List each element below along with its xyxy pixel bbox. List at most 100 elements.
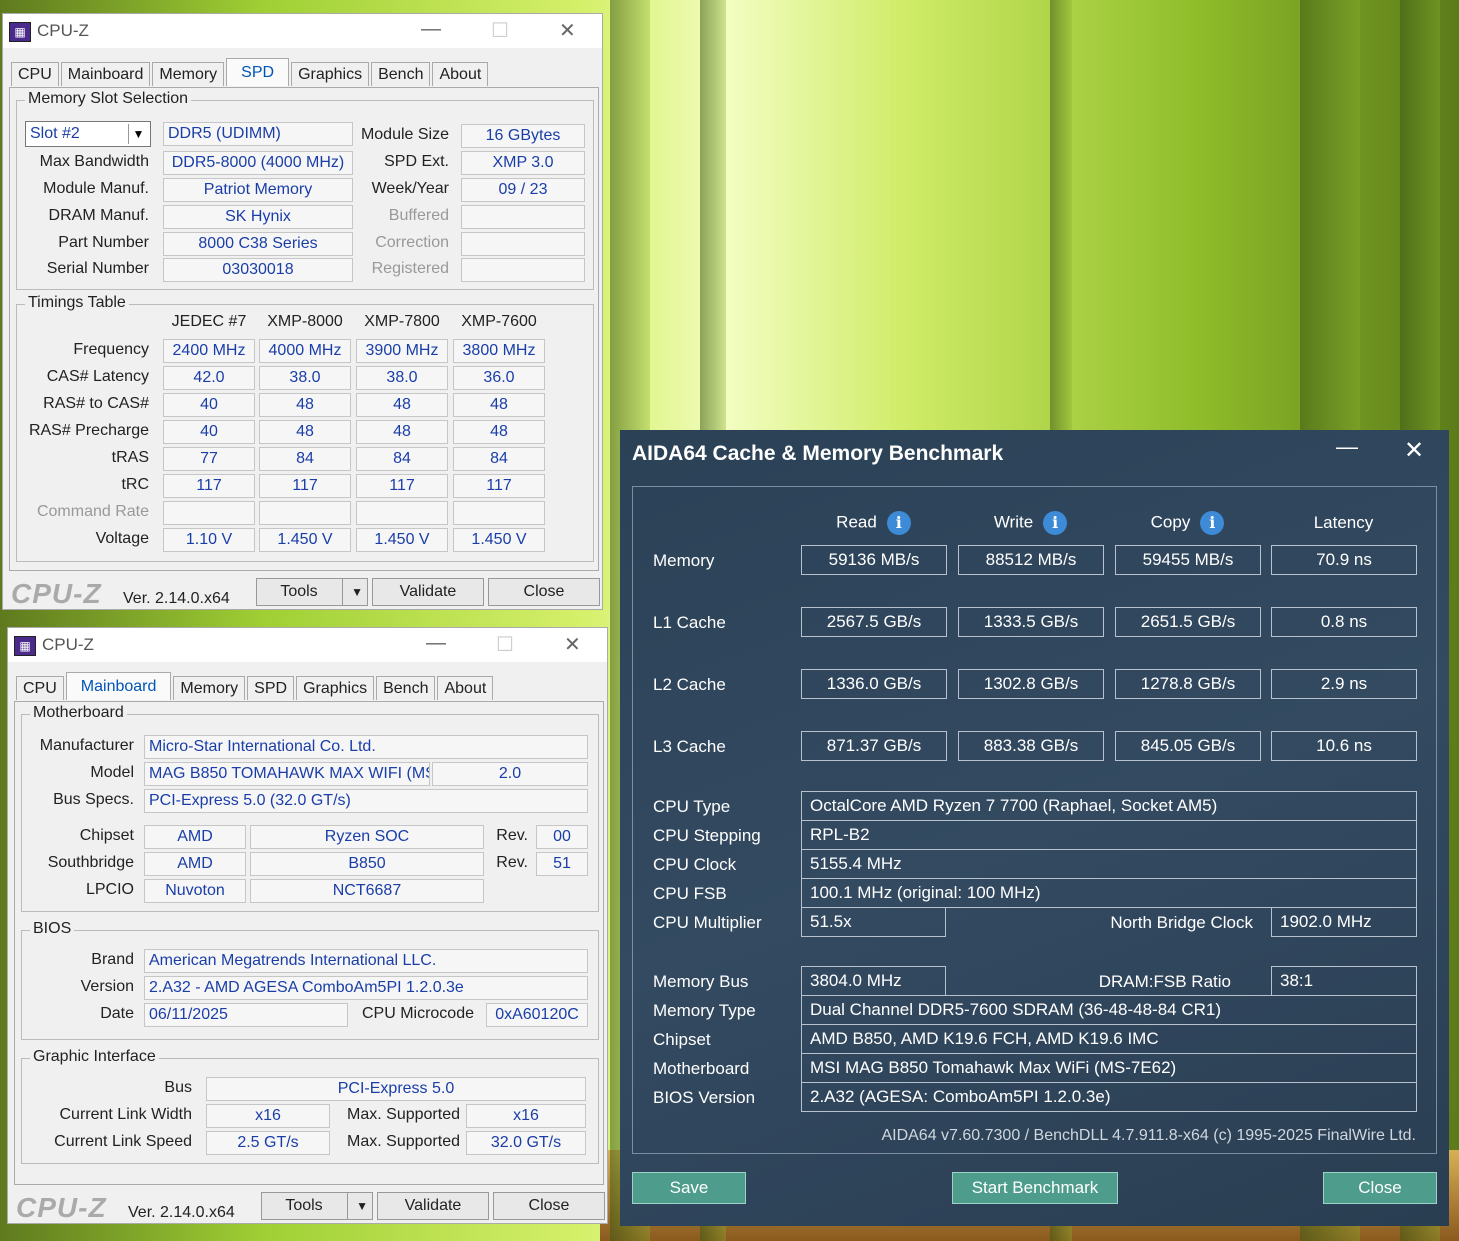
tools-button[interactable]: Tools ▼ [256,578,368,606]
chipset-field: AMD B850, AMD K19.6 FCH, AMD K19.6 IMC [801,1024,1417,1054]
label-module-manuf: Module Manuf. [43,180,149,197]
tab-spd[interactable]: SPD [247,676,295,700]
chevron-down-icon[interactable]: ▼ [128,124,148,144]
minimize-icon[interactable]: — [426,632,446,655]
timing-value: 48 [259,420,351,444]
close-icon[interactable]: ✕ [559,18,576,43]
timing-label: RAS# Precharge [28,422,149,439]
tab-memory[interactable]: Memory [152,62,225,86]
bench-value: 88512 MB/s [958,545,1104,575]
chipset-name-field: Ryzen SOC [250,825,484,849]
close-button[interactable]: Close [488,578,600,606]
window-title: CPU-Z [42,635,94,654]
maximize-icon[interactable]: ☐ [491,18,509,43]
minimize-icon[interactable]: — [421,18,441,41]
timing-value: 48 [356,393,448,417]
col-header-write: Write i [958,511,1103,535]
cpuz-window-spd: ▦ CPU-Z — ☐ ✕ CPU Mainboard Memory SPD G… [2,13,603,610]
label-module-size: Module Size [360,126,449,143]
close-button[interactable]: Close [493,1192,605,1220]
label-dram-manuf: DRAM Manuf. [48,207,149,224]
label-link-width: Current Link Width [59,1106,193,1123]
spd-panel: Memory Slot Selection Slot #2 ▼ DDR5 (UDI… [9,87,599,571]
timing-col-header: XMP-8000 [267,313,343,330]
dram-ratio-field: 38:1 [1271,966,1417,996]
lpcio-name-field: NCT6687 [250,879,484,903]
tab-cpu[interactable]: CPU [16,676,64,700]
label-lpcio: LPCIO [85,881,134,898]
label-correction: Correction [375,234,449,251]
bench-value: 2567.5 GB/s [801,607,947,637]
timing-value: 48 [356,420,448,444]
slot-select[interactable]: Slot #2 ▼ [25,121,151,147]
bench-value: 1302.8 GB/s [958,669,1104,699]
bench-value: 70.9 ns [1271,545,1417,575]
timing-value: 117 [163,474,255,498]
close-button[interactable]: Close [1323,1172,1437,1204]
group-title: Timings Table [25,294,129,312]
timing-value: 42.0 [163,366,255,390]
chevron-down-icon[interactable]: ▼ [351,579,363,605]
tab-mainboard[interactable]: Mainboard [65,672,172,700]
col-header-read: Read i [801,511,946,535]
tab-spd[interactable]: SPD [226,58,290,86]
tab-about[interactable]: About [432,62,489,86]
version-label: Ver. 2.14.0.x64 [123,590,230,607]
tab-graphics[interactable]: Graphics [291,62,370,86]
info-icon[interactable]: i [886,511,911,535]
tab-graphics[interactable]: Graphics [296,676,375,700]
timing-col-header: JEDEC #7 [171,313,247,330]
label-part-number: Part Number [58,234,149,251]
close-icon[interactable]: ✕ [564,632,581,657]
label-gi-bus: Bus [164,1079,192,1096]
link-width-field: x16 [206,1104,330,1128]
group-title: BIOS [30,920,75,938]
timing-label: Command Rate [36,503,149,520]
bios-brand-field: American Megatrends International LLC. [144,949,588,973]
titlebar: ▦ CPU-Z — ☐ ✕ [8,628,607,662]
south-name-field: B850 [250,852,484,876]
tab-bench[interactable]: Bench [371,62,431,86]
tab-memory[interactable]: Memory [173,676,246,700]
maximize-icon[interactable]: ☐ [496,632,514,657]
label-link-speed: Current Link Speed [54,1133,192,1150]
validate-button[interactable]: Validate [377,1192,489,1220]
timing-label: RAS# to CAS# [43,395,149,412]
label-max-supported: Max. Supported [347,1133,460,1150]
tab-cpu[interactable]: CPU [11,62,59,86]
chevron-down-icon[interactable]: ▼ [356,1193,368,1219]
link-speed-field: 2.5 GT/s [206,1131,330,1155]
cpu-multiplier-field: 51.5x [801,907,946,937]
timing-value: 3900 MHz [356,339,448,363]
timing-value: 48 [453,393,545,417]
window-title: CPU-Z [37,21,89,40]
label-cpu-clock: CPU Clock [653,855,737,874]
spd-ext-field: XMP 3.0 [461,151,585,175]
info-icon[interactable]: i [1043,511,1068,535]
minimize-icon[interactable]: — [1336,434,1358,460]
group-title: Graphic Interface [30,1048,159,1066]
timing-col-header: XMP-7600 [461,313,537,330]
tab-about[interactable]: About [437,676,494,700]
tools-button[interactable]: Tools ▼ [261,1192,373,1220]
label-max-supported: Max. Supported [347,1106,460,1123]
timing-value: 3800 MHz [453,339,545,363]
tab-mainboard[interactable]: Mainboard [60,62,151,86]
tab-bench[interactable]: Bench [376,676,436,700]
col-label: Write [993,512,1034,532]
south-rev-field: 51 [536,852,588,876]
validate-button[interactable]: Validate [372,578,484,606]
info-icon[interactable]: i [1200,511,1225,535]
timing-value: 77 [163,447,255,471]
label-cpu-multiplier: CPU Multiplier [653,913,762,932]
model-field: MAG B850 TOMAHAWK MAX WIFI (MS [144,762,430,786]
label-model: Model [90,764,134,781]
max-width-field: x16 [466,1104,586,1128]
start-benchmark-button[interactable]: Start Benchmark [952,1172,1118,1204]
tools-label: Tools [285,1197,323,1214]
timing-value: 40 [163,393,255,417]
close-icon[interactable]: ✕ [1404,436,1424,465]
gi-bus-field: PCI-Express 5.0 [206,1077,586,1101]
cpuz-logo: CPU-Z [16,1192,107,1223]
save-button[interactable]: Save [632,1172,746,1204]
